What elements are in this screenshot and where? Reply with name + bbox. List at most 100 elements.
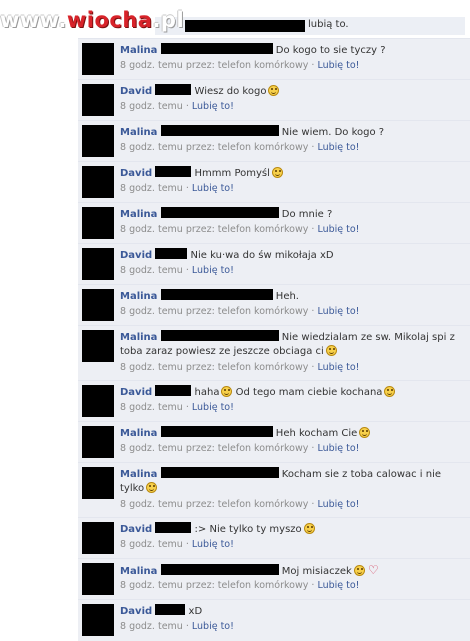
comment-item: David Wiesz do kogo 8 godz. temu · Lubię… bbox=[78, 79, 470, 121]
comment-author[interactable]: Malina bbox=[120, 127, 157, 138]
like-link[interactable]: Lubię to! bbox=[192, 101, 234, 112]
smiley-emoticon-icon bbox=[353, 565, 365, 576]
watermark-prefix: www. bbox=[0, 8, 67, 32]
comment-meta: 8 godz. temu · bbox=[120, 101, 189, 112]
comment-item: David Nie ku·wa do św mikołaja xD 8 godz… bbox=[78, 243, 470, 285]
avatar[interactable] bbox=[82, 84, 114, 116]
comment-text: Hmmm Pomyśl bbox=[194, 168, 270, 179]
comment-item: Malina Nie wiem. Do kogo ? 8 godz. temu … bbox=[78, 120, 470, 162]
avatar[interactable] bbox=[82, 330, 114, 362]
comment-text: :> Nie tylko ty myszo bbox=[194, 524, 302, 535]
avatar[interactable] bbox=[82, 426, 114, 458]
avatar[interactable] bbox=[82, 207, 114, 239]
comment-author[interactable]: Malina bbox=[120, 332, 157, 343]
comment-text: Do kogo to sie tyczy ? bbox=[275, 45, 386, 56]
like-link[interactable]: Lubię to! bbox=[192, 402, 234, 413]
comment-item: Malina Nie wiedzialam ze sw. Mikolaj spi… bbox=[78, 325, 470, 381]
like-link[interactable]: Lubię to! bbox=[317, 580, 359, 591]
comment-author[interactable]: Malina bbox=[120, 566, 157, 577]
like-link[interactable]: Lubię to! bbox=[317, 60, 359, 71]
redacted-names bbox=[185, 20, 305, 32]
smiley-emoticon-icon bbox=[146, 482, 158, 493]
smiley-emoticon-icon bbox=[271, 167, 283, 178]
comment-meta: 8 godz. temu · bbox=[120, 402, 189, 413]
comment-text: xD bbox=[188, 606, 203, 617]
comment-meta: 8 godz. temu przez: telefon komórkowy · bbox=[120, 580, 315, 591]
avatar[interactable] bbox=[82, 289, 114, 321]
comment-author[interactable]: David bbox=[120, 168, 152, 179]
redacted-surname bbox=[155, 385, 192, 396]
likes-summary-row: lubią to. bbox=[155, 17, 465, 35]
avatar[interactable] bbox=[82, 563, 114, 595]
comment-meta: 8 godz. temu · bbox=[120, 621, 189, 632]
comment-author[interactable]: David bbox=[120, 387, 152, 398]
watermark: www.wiocha.pl bbox=[0, 8, 184, 32]
comment-meta: 8 godz. temu przez: telefon komórkowy · bbox=[120, 443, 315, 454]
comment-author[interactable]: David bbox=[120, 250, 152, 261]
redacted-surname bbox=[160, 426, 273, 437]
comment-author[interactable]: Malina bbox=[120, 291, 157, 302]
avatar[interactable] bbox=[82, 467, 114, 499]
comment-author[interactable]: David bbox=[120, 524, 152, 535]
redacted-surname bbox=[160, 43, 273, 54]
like-link[interactable]: Lubię to! bbox=[317, 499, 359, 510]
avatar[interactable] bbox=[82, 604, 114, 636]
like-link[interactable]: Lubię to! bbox=[192, 539, 234, 550]
like-link[interactable]: Lubię to! bbox=[317, 224, 359, 235]
comment-author[interactable]: Malina bbox=[120, 45, 157, 56]
smiley-emoticon-icon bbox=[359, 427, 371, 438]
redacted-surname bbox=[160, 125, 279, 136]
redacted-surname bbox=[155, 604, 186, 615]
comment-text: Wiesz do kogo bbox=[194, 86, 267, 97]
comment-meta: 8 godz. temu przez: telefon komórkowy · bbox=[120, 499, 315, 510]
comment-text: Nie ku·wa do św mikołaja xD bbox=[190, 250, 334, 261]
like-link[interactable]: Lubię to! bbox=[192, 183, 234, 194]
redacted-surname bbox=[160, 207, 279, 218]
comment-item: Malina Kocham sie z toba calowac i nie t… bbox=[78, 462, 470, 518]
avatar[interactable] bbox=[82, 43, 114, 75]
smiley-emoticon-icon bbox=[268, 85, 280, 96]
comment-author[interactable]: Malina bbox=[120, 469, 157, 480]
comment-item: Malina Do kogo to sie tyczy ? 8 godz. te… bbox=[78, 38, 470, 80]
like-link[interactable]: Lubię to! bbox=[317, 306, 359, 317]
comment-meta: 8 godz. temu przez: telefon komórkowy · bbox=[120, 362, 315, 373]
like-link[interactable]: Lubię to! bbox=[317, 362, 359, 373]
comment-meta: 8 godz. temu przez: telefon komórkowy · bbox=[120, 60, 315, 71]
avatar[interactable] bbox=[82, 166, 114, 198]
smiley-emoticon-icon bbox=[303, 523, 315, 534]
like-link[interactable]: Lubię to! bbox=[192, 621, 234, 632]
redacted-surname bbox=[155, 248, 188, 259]
avatar[interactable] bbox=[82, 125, 114, 157]
comment-text: Heh. bbox=[275, 291, 299, 302]
avatar[interactable] bbox=[82, 522, 114, 554]
comment-meta: 8 godz. temu przez: telefon komórkowy · bbox=[120, 224, 315, 235]
comment-author[interactable]: Malina bbox=[120, 428, 157, 439]
like-link[interactable]: Lubię to! bbox=[192, 265, 234, 276]
redacted-surname bbox=[160, 467, 279, 478]
like-link[interactable]: Lubię to! bbox=[317, 443, 359, 454]
avatar[interactable] bbox=[82, 248, 114, 280]
smiley-emoticon-icon bbox=[325, 345, 337, 356]
comment-item: Malina Moj misiaczek ♡ 8 godz. temu przez… bbox=[78, 558, 470, 600]
comment-text: Heh kocham Cie bbox=[275, 428, 358, 439]
comment-meta: 8 godz. temu · bbox=[120, 539, 189, 550]
comment-author[interactable]: David bbox=[120, 606, 152, 617]
redacted-surname bbox=[155, 84, 192, 95]
comment-author[interactable]: David bbox=[120, 86, 152, 97]
watermark-suffix: .pl bbox=[152, 8, 185, 32]
comment-item: Malina Do mnie ? 8 godz. temu przez: tel… bbox=[78, 202, 470, 244]
comment-item: David haha Od tego mam ciebie kochana 8 … bbox=[78, 380, 470, 422]
comment-author[interactable]: Malina bbox=[120, 209, 157, 220]
comment-item: Malina Heh kocham Cie 8 godz. temu przez… bbox=[78, 421, 470, 463]
comment-item: David Hmmm Pomyśl 8 godz. temu · Lubię t… bbox=[78, 161, 470, 203]
avatar[interactable] bbox=[82, 385, 114, 417]
redacted-surname bbox=[155, 166, 192, 177]
smiley-emoticon-icon bbox=[221, 386, 233, 397]
comment-text: Nie wiem. Do kogo ? bbox=[281, 127, 385, 138]
watermark-brand: wiocha bbox=[66, 8, 153, 32]
comment-meta: 8 godz. temu przez: telefon komórkowy · bbox=[120, 306, 315, 317]
like-link[interactable]: Lubię to! bbox=[317, 142, 359, 153]
comment-meta: 8 godz. temu · bbox=[120, 183, 189, 194]
comment-item: David xD 8 godz. temu · Lubię to! bbox=[78, 599, 470, 641]
redacted-surname bbox=[160, 330, 279, 341]
